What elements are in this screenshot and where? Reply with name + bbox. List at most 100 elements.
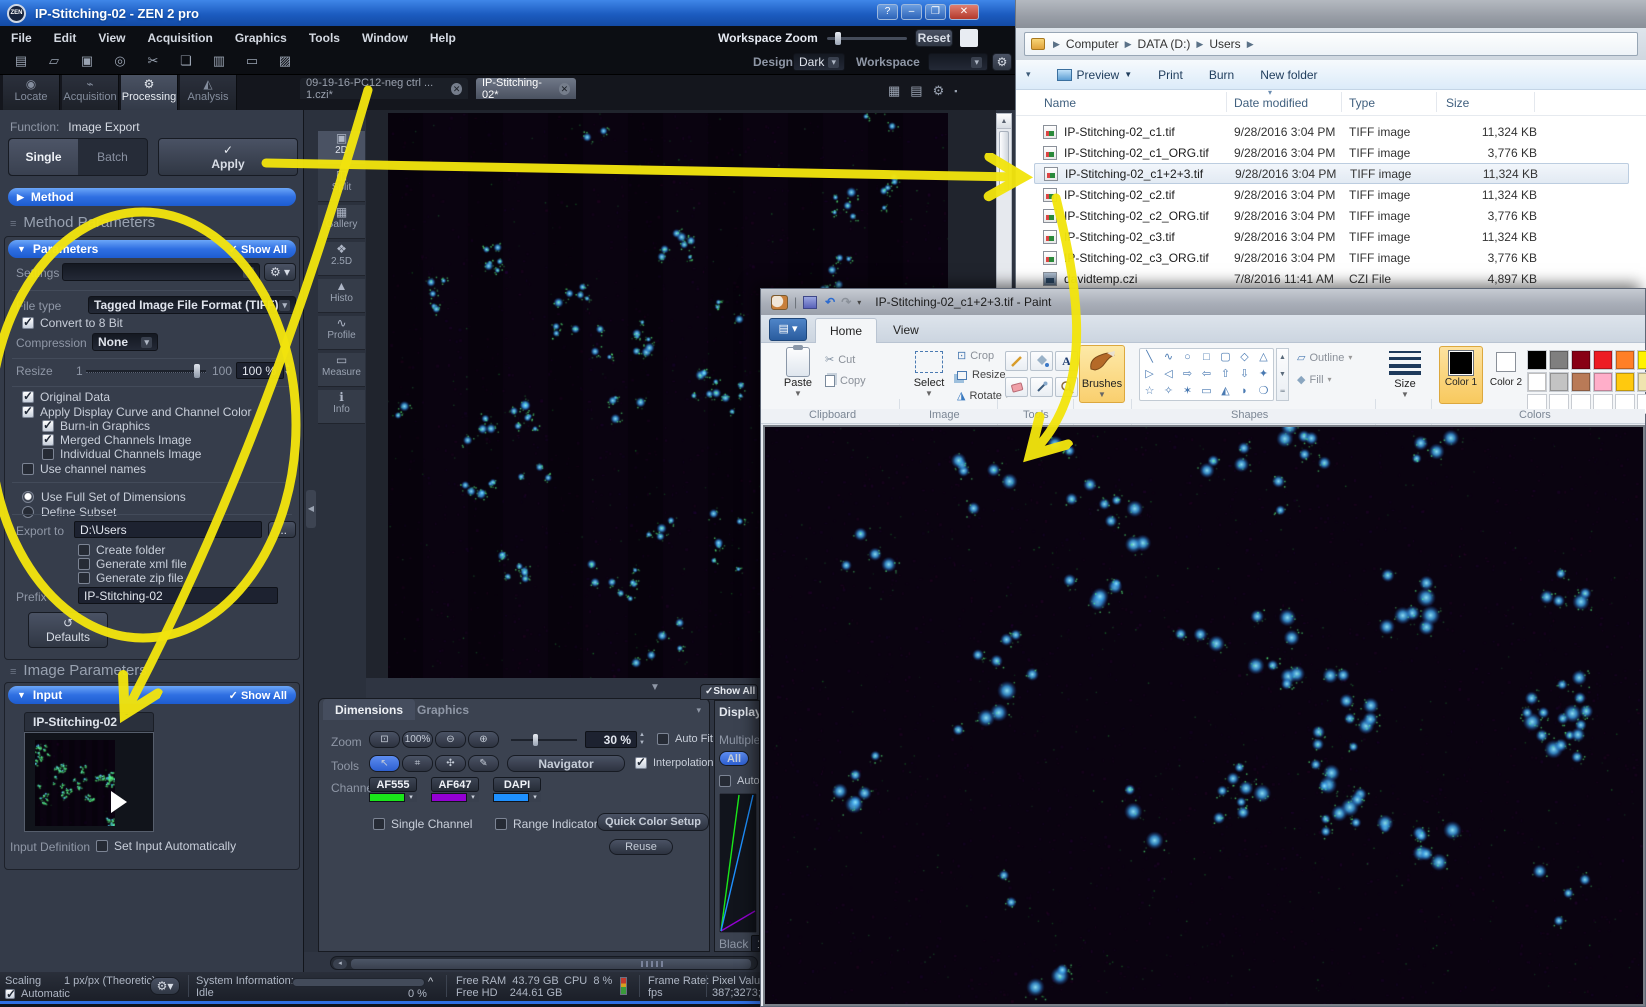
workspace-select[interactable]: ▾ [928,53,988,71]
menu-item[interactable]: File [0,31,43,45]
breadcrumb-computer[interactable]: Computer [1060,37,1125,51]
file-menu-button[interactable]: ▤ ▾ [769,318,807,341]
view-tab[interactable]: ❖ 2.5D [318,242,365,276]
view-tab[interactable]: ∿ Profile [318,316,365,350]
parameters-section-header[interactable]: ▼Parameters ✓ Show All [8,240,296,258]
auto-fit-checkbox[interactable]: Auto Fit [657,733,713,745]
rotate-button[interactable]: ◮Rotate▾ [957,389,1009,402]
shape-icon[interactable]: ✶ [1178,383,1197,400]
resize-slider[interactable] [86,370,206,373]
resize-slider-thumb[interactable] [194,364,200,378]
channel-color-swatch[interactable] [493,793,529,802]
save-icon[interactable] [803,296,817,309]
view-tab[interactable]: ℹ Info [318,390,365,424]
palette-color[interactable] [1637,372,1646,392]
color-picker-tool-button[interactable] [1030,377,1053,397]
eraser-tool-button[interactable] [1005,377,1028,397]
channel-button[interactable]: AF555 ▾ [369,777,417,802]
option-checkbox[interactable]: Apply Display Curve and Channel Color [22,405,251,419]
toolbar-icon[interactable]: ▱ [42,53,66,71]
layout-grid-icon[interactable]: ▦ [888,83,900,99]
range-indicator-checkbox[interactable]: Range Indicator [495,817,598,831]
workspace-zoom-slider-thumb[interactable] [835,32,841,45]
collapse-bottom-icon[interactable]: ▼ [650,682,660,693]
workspace-zoom-slider[interactable] [827,37,907,40]
channel-button[interactable]: AF647 ▾ [431,777,479,802]
palette-color[interactable] [1637,350,1646,370]
paint-title-bar[interactable]: | ↶ ↷ ▾ IP-Stitching-02_c1+2+3.tif - Pai… [761,289,1645,315]
toolbar-icon[interactable]: ▨ [273,53,297,71]
toolbar-icon[interactable]: ❏ [174,53,198,71]
file-row[interactable]: IP-Stitching-02_c2.tif 9/28/2016 3:04 PM… [1034,184,1629,205]
method-section-header[interactable]: ▶Method [8,188,296,206]
settings-gear-icon[interactable]: ⚙ ▾ [264,263,296,281]
column-header-date[interactable]: Date modified [1234,96,1308,110]
file-row[interactable]: IP-Stitching-02_c1.tif 9/28/2016 3:04 PM… [1034,121,1629,142]
show-all-tab[interactable]: ✓Show All [700,684,758,700]
menu-item[interactable]: Help [419,31,467,45]
zoom-value-field[interactable]: 30 % [585,731,637,748]
option-checkbox[interactable]: Burn-in Graphics [42,419,150,433]
shape-icon[interactable]: ◁ [1159,366,1178,383]
preview-button[interactable]: Preview ▼ [1057,68,1133,82]
tab-view[interactable]: View [879,318,933,343]
file-row[interactable]: IP-Stitching-02_c3.tif 9/28/2016 3:04 PM… [1034,226,1629,247]
shape-icon[interactable]: ☆ [1140,383,1159,400]
file-row[interactable]: davidtemp.czi 7/8/2016 11:41 AM CZI File… [1034,268,1629,289]
file-type-select[interactable]: Tagged Image File Format (TIFF)▾ [88,296,296,314]
quick-color-setup-button[interactable]: Quick Color Setup [597,813,709,831]
file-row[interactable]: IP-Stitching-02_c3_ORG.tif 9/28/2016 3:0… [1034,247,1629,268]
shape-icon[interactable]: ◗ [1235,383,1254,400]
menu-item[interactable]: Graphics [224,31,298,45]
copy-button[interactable]: Copy [825,375,866,387]
size-button[interactable]: Size▼ [1383,349,1427,399]
magnifier-tool-button[interactable] [1055,377,1078,397]
channel-color-swatch[interactable] [369,793,405,802]
view-tab[interactable]: ▣ 2D [318,131,365,165]
fill-button[interactable]: ◆Fill▾ [1297,373,1332,386]
document-tab-active[interactable]: IP-Stitching-02* ✕ [476,78,576,99]
undo-icon[interactable]: ↶ [825,295,835,309]
auto-checkbox[interactable]: Auto [719,775,760,787]
scrollbar-thumb[interactable] [999,131,1009,191]
zoom-button[interactable]: ⊕ [468,731,499,748]
shape-icon[interactable]: ○ [1178,349,1197,366]
apply-button[interactable]: ✓ Apply [158,138,298,176]
horizontal-scrollbar[interactable]: ◂ [330,956,758,970]
scrollbar-thumb[interactable] [351,959,751,969]
toolbar-icon[interactable]: ◎ [108,53,132,71]
text-tool-button[interactable]: A [1055,351,1078,371]
option-checkbox[interactable]: Original Data [22,390,110,404]
shape-icon[interactable]: ◭ [1216,383,1235,400]
menu-item[interactable]: Tools [298,31,351,45]
main-tab[interactable]: ⌁ Acquisition [62,75,119,110]
notes-icon[interactable] [960,29,978,47]
toolbar-icon[interactable]: ▣ [75,53,99,71]
explorer-title-bar[interactable] [1016,0,1646,28]
view-tab[interactable]: ▦ Gallery [318,205,365,239]
fill-tool-button[interactable] [1030,351,1053,371]
gear-icon[interactable]: ⚙ [933,83,945,99]
palette-color[interactable] [1549,350,1569,370]
file-row[interactable]: IP-Stitching-02_c1+2+3.tif 9/28/2016 3:0… [1034,163,1629,184]
shape-icon[interactable]: ✦ [1254,366,1273,383]
export-option-checkbox[interactable]: Generate xml file [78,557,187,571]
color2-button[interactable]: Color 2 [1489,349,1523,388]
menu-item[interactable]: Window [351,31,419,45]
help-button[interactable]: ? [877,4,898,20]
palette-color[interactable] [1527,372,1547,392]
prefix-field[interactable]: IP-Stitching-02 [78,587,278,604]
maximize-button[interactable]: ❐ [925,4,946,20]
shape-icon[interactable]: △ [1254,349,1273,366]
redo-icon[interactable]: ↷ [841,295,851,309]
shape-icon[interactable]: ✧ [1159,383,1178,400]
main-tab[interactable]: ⚙ Processing [121,75,178,110]
breadcrumb-users[interactable]: Users [1203,37,1246,51]
view-tab[interactable]: ▭ Measure [318,353,365,387]
export-to-field[interactable]: D:\Users [74,521,262,538]
shape-icon[interactable]: ∿ [1159,349,1178,366]
canvas-tool-button[interactable]: ↖ [369,755,400,772]
toolbar-icon[interactable]: ▤ [9,53,33,71]
convert-8bit-checkbox[interactable]: Convert to 8 Bit [22,316,123,330]
dimensions-tab[interactable]: Dimensions [323,699,415,720]
